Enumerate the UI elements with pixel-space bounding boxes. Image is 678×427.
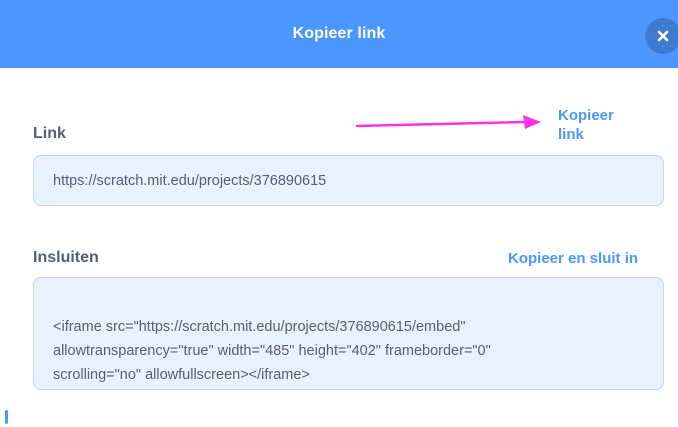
copy-link-label-line2: link [558, 126, 584, 143]
dialog-title: Kopieer link [292, 25, 386, 42]
embed-code-value: <iframe src="https://scratch.mit.edu/pro… [53, 319, 491, 383]
copy-link-label-line1: Kopieer [558, 107, 614, 124]
copy-embed-button[interactable]: Kopieer en sluit in [508, 249, 638, 268]
embed-label: Insluiten [33, 249, 99, 266]
arrow-right-icon [355, 115, 541, 129]
link-field-value: https://scratch.mit.edu/projects/3768906… [53, 172, 327, 189]
link-field[interactable]: https://scratch.mit.edu/projects/3768906… [33, 155, 664, 206]
scroll-edge-mark [5, 410, 8, 424]
dialog-header: Kopieer link [0, 0, 678, 68]
close-icon [657, 30, 669, 42]
share-link-dialog: Kopieer link Link Kopieer link https://s… [0, 0, 678, 427]
copy-link-button[interactable]: Kopieer link [558, 106, 614, 144]
embed-code-field[interactable]: <iframe src="https://scratch.mit.edu/pro… [33, 277, 664, 390]
close-button[interactable] [645, 18, 678, 54]
link-label: Link [33, 125, 66, 142]
